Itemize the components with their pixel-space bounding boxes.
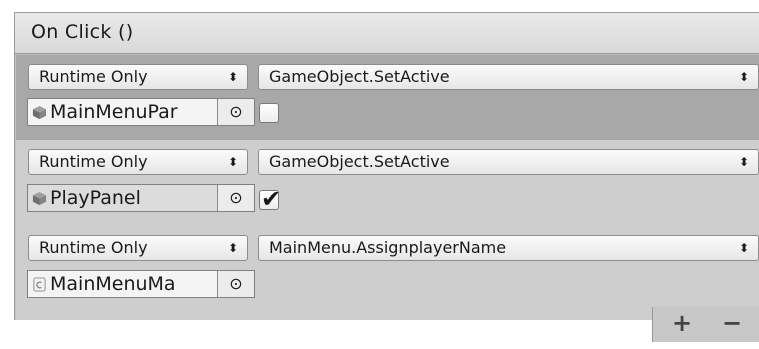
object-picker-icon[interactable]: ⊙ <box>217 185 254 211</box>
dropdown-arrow-icon: ⬍ <box>227 155 238 169</box>
bool-checkbox[interactable] <box>259 103 279 123</box>
cube-icon <box>32 191 47 206</box>
target-object-field[interactable]: PlayPanel ⊙ <box>27 184 255 212</box>
event-entry-1[interactable]: Runtime Only ⬍ GameObject.SetActive ⬍ Ma… <box>16 55 759 140</box>
event-entry-3[interactable]: Runtime Only ⬍ MainMenu.AssignplayerName… <box>16 226 759 320</box>
dropdown-arrow-icon: ⬍ <box>738 155 749 169</box>
event-title: On Click () <box>31 21 134 43</box>
runtime-dropdown[interactable]: Runtime Only ⬍ <box>28 64 248 90</box>
runtime-dropdown-label: Runtime Only <box>39 152 148 171</box>
runtime-dropdown-label: Runtime Only <box>39 67 148 86</box>
dropdown-arrow-icon: ⬍ <box>227 241 238 255</box>
dropdown-arrow-icon: ⬍ <box>227 70 238 84</box>
function-dropdown[interactable]: MainMenu.AssignplayerName ⬍ <box>258 235 759 261</box>
list-footer: + − <box>652 307 759 342</box>
target-object-field[interactable]: MainMenuMa ⊙ <box>27 270 255 298</box>
add-entry-button[interactable]: + <box>672 309 692 337</box>
function-dropdown-label: MainMenu.AssignplayerName <box>269 238 507 257</box>
function-dropdown-label: GameObject.SetActive <box>269 67 450 86</box>
dropdown-arrow-icon: ⬍ <box>738 70 749 84</box>
object-picker-icon[interactable]: ⊙ <box>217 99 254 125</box>
checkmark-icon: ✔ <box>261 185 282 213</box>
runtime-dropdown[interactable]: Runtime Only ⬍ <box>28 149 248 175</box>
runtime-dropdown[interactable]: Runtime Only ⬍ <box>28 235 248 261</box>
event-entry-2[interactable]: Runtime Only ⬍ GameObject.SetActive ⬍ Pl… <box>16 140 759 226</box>
script-icon <box>33 277 46 292</box>
dropdown-arrow-icon: ⬍ <box>738 241 749 255</box>
target-object-field[interactable]: MainMenuPar ⊙ <box>27 98 255 126</box>
event-header: On Click () <box>15 13 759 54</box>
target-object-name: MainMenuMa <box>50 273 176 295</box>
function-dropdown[interactable]: GameObject.SetActive ⬍ <box>258 64 759 90</box>
bool-checkbox[interactable]: ✔ <box>259 185 281 213</box>
remove-entry-button[interactable]: − <box>722 309 742 337</box>
runtime-dropdown-label: Runtime Only <box>39 238 148 257</box>
function-dropdown-label: GameObject.SetActive <box>269 152 450 171</box>
cube-icon <box>32 105 47 120</box>
target-object-name: MainMenuPar <box>50 101 178 123</box>
object-picker-icon[interactable]: ⊙ <box>217 271 254 297</box>
target-object-name: PlayPanel <box>50 187 141 209</box>
on-click-event-panel: On Click () Runtime Only ⬍ GameObject.Se… <box>14 12 759 320</box>
function-dropdown[interactable]: GameObject.SetActive ⬍ <box>258 149 759 175</box>
